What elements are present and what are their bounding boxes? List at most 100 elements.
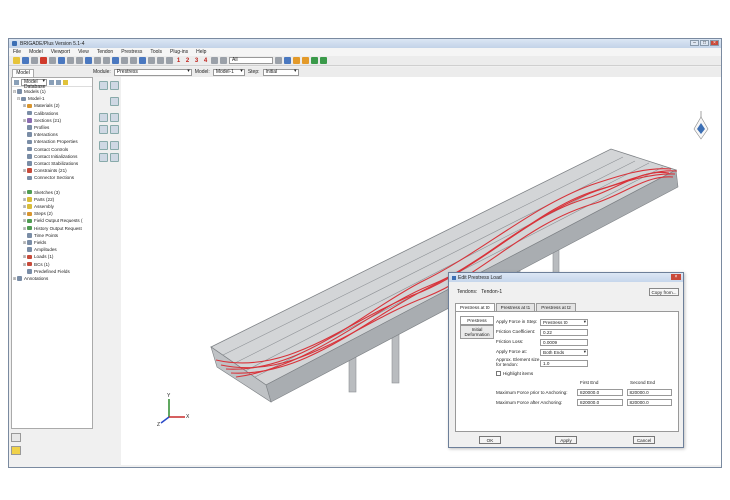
friction-loss-input[interactable]: 0.0009 <box>540 338 588 346</box>
tree-item[interactable]: Connector Sections <box>12 174 92 181</box>
tree-item[interactable]: ⊞ BCs (1) <box>12 261 92 268</box>
vtab-prestress[interactable]: Prestress <box>460 316 494 325</box>
load-tool-icon[interactable] <box>99 113 108 122</box>
model-database-combo[interactable]: Model Database <box>21 78 47 89</box>
max-force-prior-second-input[interactable]: 820000.0 <box>626 388 673 396</box>
menu-viewport[interactable]: Viewport <box>51 49 70 55</box>
hidden-line-icon[interactable] <box>157 57 164 64</box>
datum-point-icon[interactable] <box>99 141 108 150</box>
zoom-box-icon[interactable] <box>76 57 83 64</box>
edit-bc-icon[interactable] <box>110 125 119 134</box>
tree-item[interactable]: ⊞ History Output Request <box>12 225 92 232</box>
cancel-button[interactable]: Cancel <box>633 436 655 444</box>
tree-item[interactable]: Time Points <box>12 232 92 239</box>
tree-filter-icon[interactable] <box>49 79 54 85</box>
module-combo[interactable]: Prestress <box>113 68 192 76</box>
apply-button[interactable]: Apply <box>555 436 577 444</box>
datum-plane-icon[interactable] <box>99 153 108 162</box>
dialog-close-button[interactable]: × <box>671 274 681 280</box>
tree-item[interactable]: Profiles <box>12 124 92 131</box>
menu-view[interactable]: View <box>78 49 89 55</box>
shaded-icon[interactable] <box>166 57 173 64</box>
tree-item[interactable]: ⊟ Model-1 <box>12 95 92 102</box>
select-options-icon[interactable] <box>275 57 282 64</box>
tree-item[interactable]: ⊞ Fields <box>12 239 92 246</box>
tree-item[interactable] <box>12 181 92 188</box>
selection-filter-combo[interactable]: All <box>229 57 273 64</box>
tree-item[interactable]: Amplitudes <box>12 246 92 253</box>
edit-load-icon[interactable] <box>99 125 108 134</box>
perspective-icon[interactable] <box>139 57 146 64</box>
tree-item[interactable]: ⊞ Assembly <box>12 203 92 210</box>
triad-icon[interactable] <box>211 57 218 64</box>
menu-help[interactable]: Help <box>196 49 206 55</box>
view-4-button[interactable]: 4 <box>202 58 209 64</box>
vtab-initial-deformation[interactable]: Initial Deformation <box>460 325 494 339</box>
view-side-icon[interactable] <box>121 57 128 64</box>
tree-expand-icon[interactable] <box>56 79 61 85</box>
render-icon[interactable] <box>40 57 47 64</box>
view-3-button[interactable]: 3 <box>193 58 200 64</box>
minimize-button[interactable]: – <box>690 40 699 46</box>
wireframe-icon[interactable] <box>148 57 155 64</box>
tree-lightbulb-icon[interactable] <box>63 79 68 85</box>
tree-item[interactable]: ⊞ Field Output Requests ( <box>12 217 92 224</box>
ok-button[interactable]: OK <box>479 436 501 444</box>
step-combo[interactable]: Initial <box>262 68 299 76</box>
print-icon[interactable] <box>31 57 38 64</box>
message-area-icon[interactable] <box>11 433 21 442</box>
rotate-icon[interactable] <box>58 57 65 64</box>
tree-item[interactable]: Interaction Properties <box>12 138 92 145</box>
tree-item[interactable]: ⊞ Sketches (3) <box>12 189 92 196</box>
color-code-icon[interactable] <box>293 57 300 64</box>
datum-csys-icon[interactable] <box>110 153 119 162</box>
bc-tool-icon[interactable] <box>110 113 119 122</box>
menu-prestress[interactable]: Prestress <box>121 49 142 55</box>
menu-tendon[interactable]: Tendon <box>97 49 113 55</box>
copy-from-button[interactable]: Copy from... <box>649 288 679 296</box>
tree-item[interactable]: ⊞ Parts (22) <box>12 196 92 203</box>
tree-item[interactable]: ⊞ Loads (1) <box>12 253 92 260</box>
close-button[interactable]: × <box>710 40 719 46</box>
display-group-add-icon[interactable] <box>311 57 318 64</box>
tree-item[interactable]: ⊞ Constraints (21) <box>12 167 92 174</box>
zoom-icon[interactable] <box>67 57 74 64</box>
menu-plugins[interactable]: Plug-ins <box>170 49 188 55</box>
display-group-remove-icon[interactable] <box>320 57 327 64</box>
datum-axis-icon[interactable] <box>110 141 119 150</box>
maximize-button[interactable]: □ <box>700 40 709 46</box>
tendon-manager-icon[interactable] <box>110 81 119 90</box>
view-iso-icon[interactable] <box>94 57 101 64</box>
apply-force-at-select[interactable]: Both Ends <box>540 348 588 356</box>
menu-tools[interactable]: Tools <box>150 49 162 55</box>
friction-coefficient-input[interactable]: 0.22 <box>540 328 588 336</box>
tree-item[interactable]: Contact Controls <box>12 146 92 153</box>
max-force-after-first-input[interactable]: 820000.0 <box>577 398 623 406</box>
model-combo[interactable]: Model-1 <box>212 68 245 76</box>
tree-item[interactable]: Interactions <box>12 131 92 138</box>
prestress-manager-icon[interactable] <box>110 97 119 106</box>
tree-item[interactable]: Predefined Fields <box>12 268 92 275</box>
tab-model[interactable]: Model <box>12 69 34 77</box>
select-arrow-icon[interactable] <box>220 57 227 64</box>
view-2-button[interactable]: 2 <box>184 58 191 64</box>
tree-item[interactable]: Calibrations <box>12 110 92 117</box>
query-icon[interactable] <box>284 57 291 64</box>
view-front-icon[interactable] <box>103 57 110 64</box>
view-top-icon[interactable] <box>112 57 119 64</box>
save-icon[interactable] <box>22 57 29 64</box>
tab-prestress-t1[interactable]: Prestress at t1 <box>495 303 536 311</box>
fit-view-icon[interactable] <box>85 57 92 64</box>
tendon-tool-icon[interactable] <box>99 81 108 90</box>
view-1-button[interactable]: 1 <box>175 58 182 64</box>
tab-prestress-t0[interactable]: Prestress at t0 <box>455 303 495 311</box>
highlight-items-checkbox[interactable] <box>496 370 501 376</box>
tab-prestress-t2[interactable]: Prestress at t2 <box>536 303 576 311</box>
render-style-icon[interactable] <box>130 57 137 64</box>
open-folder-icon[interactable] <box>13 57 20 64</box>
display-group-icon[interactable] <box>302 57 309 64</box>
tree-item[interactable]: ⊞ Annotations <box>12 275 92 282</box>
view-cube-icon[interactable] <box>693 111 709 140</box>
tree-item[interactable]: ⊞ Steps (2) <box>12 210 92 217</box>
pan-icon[interactable] <box>49 57 56 64</box>
